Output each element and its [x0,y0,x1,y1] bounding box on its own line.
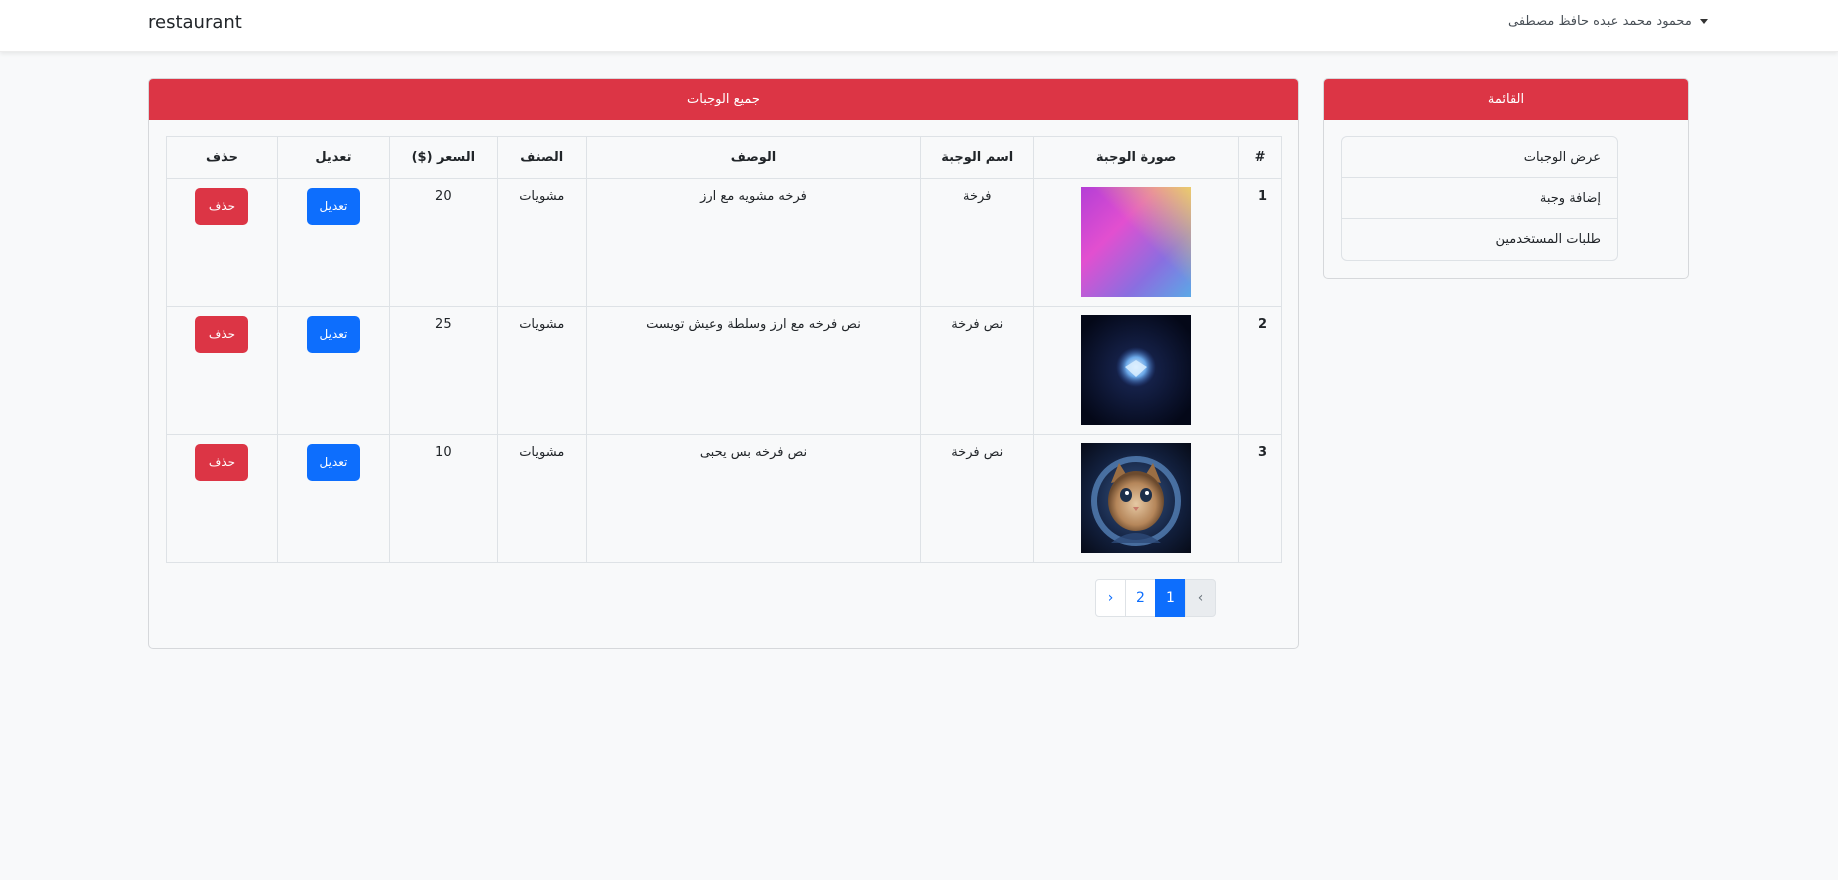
delete-button[interactable]: حذف [195,444,249,481]
menu-item-add-meal[interactable]: إضافة وجبة [1342,178,1617,219]
caret-down-icon [1699,19,1708,24]
meal-price: 20 [388,178,498,307]
edit-button[interactable]: تعديل [306,444,360,481]
edit-cell: تعديل [276,434,390,563]
column-header-delete: حذف [166,136,278,179]
meals-card-header: جميع الوجبات [149,79,1298,120]
edit-button[interactable]: تعديل [306,188,360,225]
column-header-price: السعر ($) [388,136,498,179]
meal-image [1081,187,1192,297]
pagination-next[interactable]: › [1095,579,1126,617]
pagination-page-2[interactable]: 2 [1125,579,1156,617]
meal-name: نص فرخة [920,434,1035,563]
meal-description: نص فرخه مع ارز وسلطة وعيش تويست [585,306,922,435]
meal-image-cell [1033,178,1240,307]
user-dropdown[interactable]: محمود محمد عبده حافظ مصطفى [1508,14,1708,29]
meals-table: # صورة الوجبة اسم الوجبة الوصف الصنف الس… [166,136,1282,563]
meal-name: فرخة [920,178,1035,307]
column-header-name: اسم الوجبة [920,136,1035,179]
menu-card: القائمة عرض الوجبات إضافة وجبة طلبات الم… [1323,78,1689,279]
table-row: 1 فرخة فرخه مشويه مع ارز مشويات 20 تعديل… [166,178,1282,307]
delete-cell: حذف [166,434,278,563]
table-header-row: # صورة الوجبة اسم الوجبة الوصف الصنف الس… [166,136,1282,179]
edit-cell: تعديل [276,306,390,435]
row-number: 2 [1238,306,1282,435]
column-header-category: الصنف [496,136,587,179]
row-number: 1 [1238,178,1282,307]
edit-button[interactable]: تعديل [306,316,360,353]
column-header-description: الوصف [585,136,922,179]
user-name: محمود محمد عبده حافظ مصطفى [1508,14,1692,29]
edit-cell: تعديل [276,178,390,307]
meal-category: مشويات [496,306,587,435]
pagination-prev: ‹ [1185,579,1216,617]
meal-image-cell [1033,434,1240,563]
delete-button[interactable]: حذف [195,188,249,225]
table-row: 3 نص فرخة نص فرخه بس يحبى مشويات 10 تعدي… [166,434,1282,563]
meals-card: جميع الوجبات # صورة الوجبة اسم الوجبة ال… [148,78,1299,649]
pagination-page-1[interactable]: 1 [1155,579,1186,617]
table-row: 2 نص فرخة نص فرخه مع ارز وسلطة وعيش تويس… [166,306,1282,435]
meal-category: مشويات [496,178,587,307]
row-number: 3 [1238,434,1282,563]
column-header-num: # [1238,136,1282,179]
delete-button[interactable]: حذف [195,316,249,353]
menu-card-header: القائمة [1324,79,1688,120]
meal-price: 25 [388,306,498,435]
menu-item-user-orders[interactable]: طلبات المستخدمين [1342,219,1617,260]
meal-name: نص فرخة [920,306,1035,435]
delete-cell: حذف [166,306,278,435]
meal-description: فرخه مشويه مع ارز [585,178,922,307]
meal-image [1081,315,1192,425]
delete-cell: حذف [166,178,278,307]
meal-price: 10 [388,434,498,563]
meal-description: نص فرخه بس يحبى [585,434,922,563]
meal-image-cell [1033,306,1240,435]
brand-logo-text[interactable]: restaurant [148,12,242,33]
meal-image [1081,443,1192,553]
meal-category: مشويات [496,434,587,563]
column-header-edit: تعديل [276,136,390,179]
column-header-image: صورة الوجبة [1033,136,1240,179]
menu-list: عرض الوجبات إضافة وجبة طلبات المستخدمين [1341,136,1618,261]
top-navbar: restaurant محمود محمد عبده حافظ مصطفى [0,0,1838,52]
pagination: › 2 1 ‹ [1095,579,1216,617]
menu-item-view-meals[interactable]: عرض الوجبات [1342,137,1617,178]
